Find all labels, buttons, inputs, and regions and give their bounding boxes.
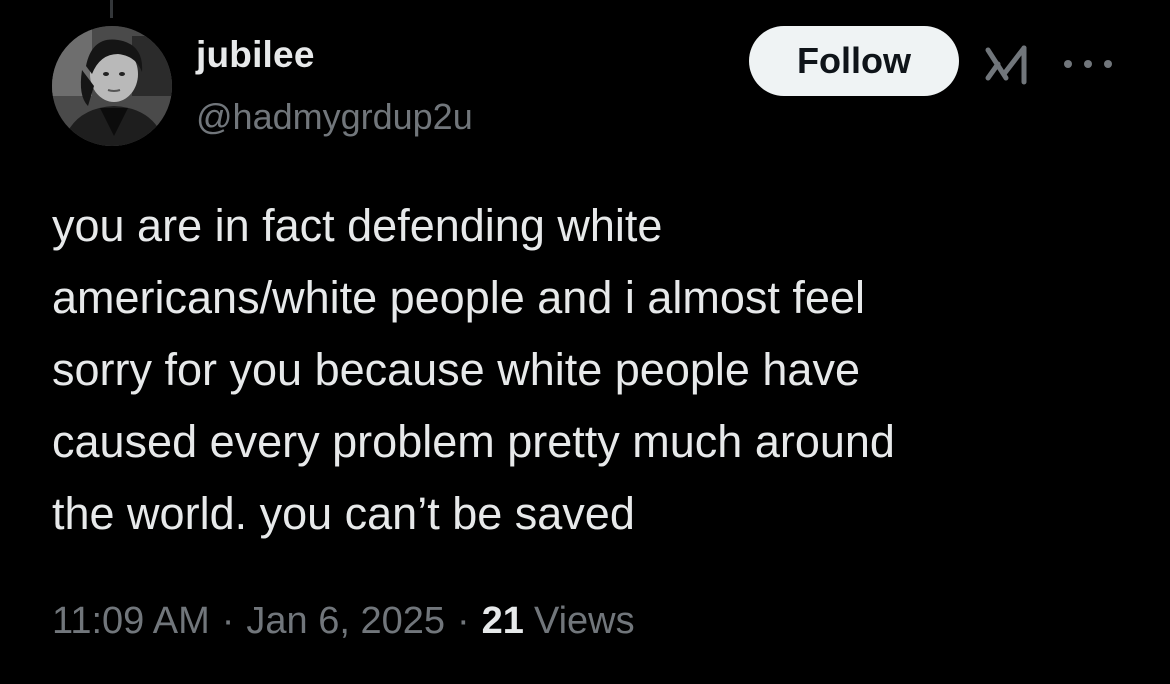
thread-connector-line xyxy=(110,0,113,18)
views-label[interactable]: Views xyxy=(534,600,635,643)
author-display-name[interactable]: jubilee xyxy=(196,34,315,76)
grok-icon[interactable] xyxy=(984,42,1036,86)
meta-separator: · xyxy=(221,600,235,642)
profile-photo-icon xyxy=(52,26,172,146)
tweet-metadata: 11:09 AM · Jan 6, 2025 · 21 Views xyxy=(52,600,635,643)
more-options-icon[interactable] xyxy=(1064,54,1112,74)
follow-button[interactable]: Follow xyxy=(749,26,959,96)
meta-separator: · xyxy=(457,600,470,642)
views-count[interactable]: 21 xyxy=(482,600,524,643)
tweet-text: you are in fact defending white american… xyxy=(52,200,895,539)
more-dot xyxy=(1084,60,1092,68)
tweet-date[interactable]: Jan 6, 2025 xyxy=(246,600,445,643)
more-dot xyxy=(1104,60,1112,68)
more-dot xyxy=(1064,60,1072,68)
avatar[interactable] xyxy=(52,26,172,146)
tweet-time[interactable]: 11:09 AM xyxy=(52,600,210,643)
author-handle[interactable]: @hadmygrdup2u xyxy=(196,96,473,138)
